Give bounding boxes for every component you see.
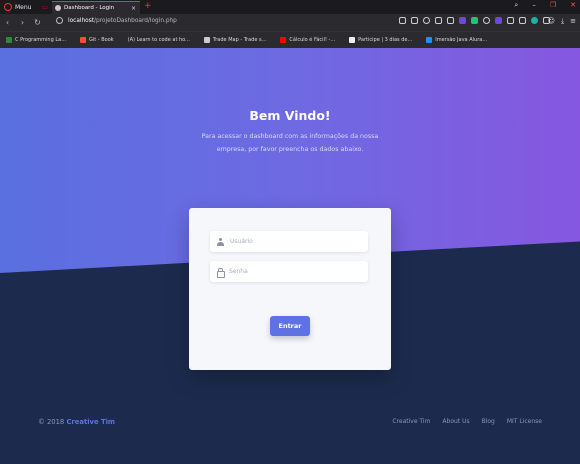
minimize-button[interactable]: – xyxy=(532,1,536,10)
bookmark-favicon-icon xyxy=(349,37,356,43)
formula-icon[interactable] xyxy=(507,17,514,24)
menu-label: Menu xyxy=(15,3,32,11)
bookmark-label: Trade Map - Trade s... xyxy=(212,37,267,43)
globe-icon xyxy=(56,17,63,24)
profile-icon[interactable]: ☺ xyxy=(548,17,555,26)
url-host: localhost xyxy=(68,17,95,24)
window-controls: ⌕ – ❐ ✕ xyxy=(514,1,576,10)
page-content: Bem Vindo! Para acessar o dashboard com … xyxy=(0,48,580,464)
tab-title: Dashboard - Login xyxy=(64,5,115,11)
easy-setup-icon[interactable]: ≡ xyxy=(570,17,576,26)
extension-p-icon[interactable] xyxy=(495,17,502,24)
toolbar-right: ☺ ⤓ ≡ xyxy=(548,17,576,26)
extension-green-icon[interactable] xyxy=(471,17,478,24)
password-field[interactable] xyxy=(210,261,368,282)
extension-icons xyxy=(399,17,550,24)
opera-menu-button[interactable]: Menu xyxy=(0,3,40,11)
bookmark-favicon-icon xyxy=(426,37,433,43)
password-input[interactable] xyxy=(229,268,359,275)
bookmark-item[interactable]: C Programming La... xyxy=(6,37,66,43)
bookmark-favicon-icon xyxy=(80,37,86,43)
search-tabs-icon[interactable]: ⌕ xyxy=(514,1,518,10)
new-tab-button[interactable]: + xyxy=(144,1,152,11)
tab-close-icon[interactable]: × xyxy=(131,5,136,12)
footer-links: Creative Tim About Us Blog MIT License xyxy=(392,418,542,425)
back-button[interactable]: ‹ xyxy=(0,18,15,27)
username-field[interactable] xyxy=(210,231,368,252)
extension-teal-icon[interactable] xyxy=(531,17,538,24)
vpn-icon[interactable] xyxy=(423,17,430,24)
login-button[interactable]: Entrar xyxy=(270,316,310,336)
welcome-text: Para acessar o dashboard com as informaç… xyxy=(201,133,379,153)
bookmark-label: C Programming La... xyxy=(15,37,66,43)
url-path: /projetoDashboard/login.php xyxy=(94,17,177,24)
opera-logo-icon xyxy=(4,3,12,11)
login-card: Entrar xyxy=(189,208,391,370)
bookmark-label: Participe | 3 dias de... xyxy=(358,37,413,43)
username-input[interactable] xyxy=(230,238,360,245)
browser-tab-active[interactable]: Dashboard - Login × xyxy=(52,1,140,14)
close-window-button[interactable]: ✕ xyxy=(570,1,576,10)
bookmark-item[interactable]: Cálculo é Fácil! -... xyxy=(280,37,335,43)
bookmark-item[interactable]: Participe | 3 dias de... xyxy=(349,37,412,43)
restore-button[interactable]: ❐ xyxy=(550,1,556,10)
forward-button[interactable]: › xyxy=(15,18,30,27)
welcome-title: Bem Vindo! xyxy=(249,108,331,123)
bookmark-item[interactable]: (A) Learn to code at ho... xyxy=(128,37,190,43)
extension-circle-icon[interactable] xyxy=(483,17,490,24)
bookmark-favicon-icon xyxy=(280,37,287,43)
puzzle-icon[interactable] xyxy=(519,17,526,24)
footer-link-blog[interactable]: Blog xyxy=(482,418,495,425)
share-icon[interactable] xyxy=(399,17,406,24)
bookmark-label: (A) Learn to code at ho... xyxy=(127,37,190,43)
tab-favicon-icon xyxy=(55,5,61,11)
user-icon xyxy=(217,237,224,246)
bookmark-item[interactable]: Trade Map - Trade s... xyxy=(203,37,267,43)
bookmark-label: Imersão Java Alura... xyxy=(435,37,488,43)
reload-button[interactable]: ↻ xyxy=(30,18,45,27)
browser-toolbar: ‹ › ↻ localhost/projetoDashboard/login.p… xyxy=(0,14,580,31)
bookmark-item[interactable]: Git - Book xyxy=(80,37,114,43)
lock-icon xyxy=(217,267,225,278)
address-bar[interactable]: localhost/projetoDashboard/login.php xyxy=(56,17,177,24)
copyright-text: © 2018 xyxy=(38,418,65,426)
camera-icon[interactable] xyxy=(411,17,418,24)
bookmark-item[interactable]: Imersão Java Alura... xyxy=(426,37,487,43)
footer-link-mit-license[interactable]: MIT License xyxy=(507,418,542,425)
footer-link-about-us[interactable]: About Us xyxy=(442,418,469,425)
footer-link-creative-tim[interactable]: Creative Tim xyxy=(392,418,430,425)
footer-brand-link[interactable]: Creative Tim xyxy=(66,418,115,426)
bookmark-favicon-icon xyxy=(203,37,210,43)
extension-purple-icon[interactable] xyxy=(459,17,466,24)
workspace-icon[interactable]: ▭ xyxy=(40,3,50,11)
send-icon[interactable] xyxy=(435,17,442,24)
heart-icon[interactable] xyxy=(447,17,454,24)
bookmark-label: Cálculo é Fácil! -... xyxy=(289,37,336,43)
bookmark-favicon-icon xyxy=(6,37,12,43)
bookmarks-bar: C Programming La... Git - Book (A) Learn… xyxy=(0,31,580,48)
footer-copyright: © 2018 Creative Tim xyxy=(38,418,115,426)
download-icon[interactable]: ⤓ xyxy=(561,17,564,26)
bookmark-label: Git - Book xyxy=(89,37,114,43)
